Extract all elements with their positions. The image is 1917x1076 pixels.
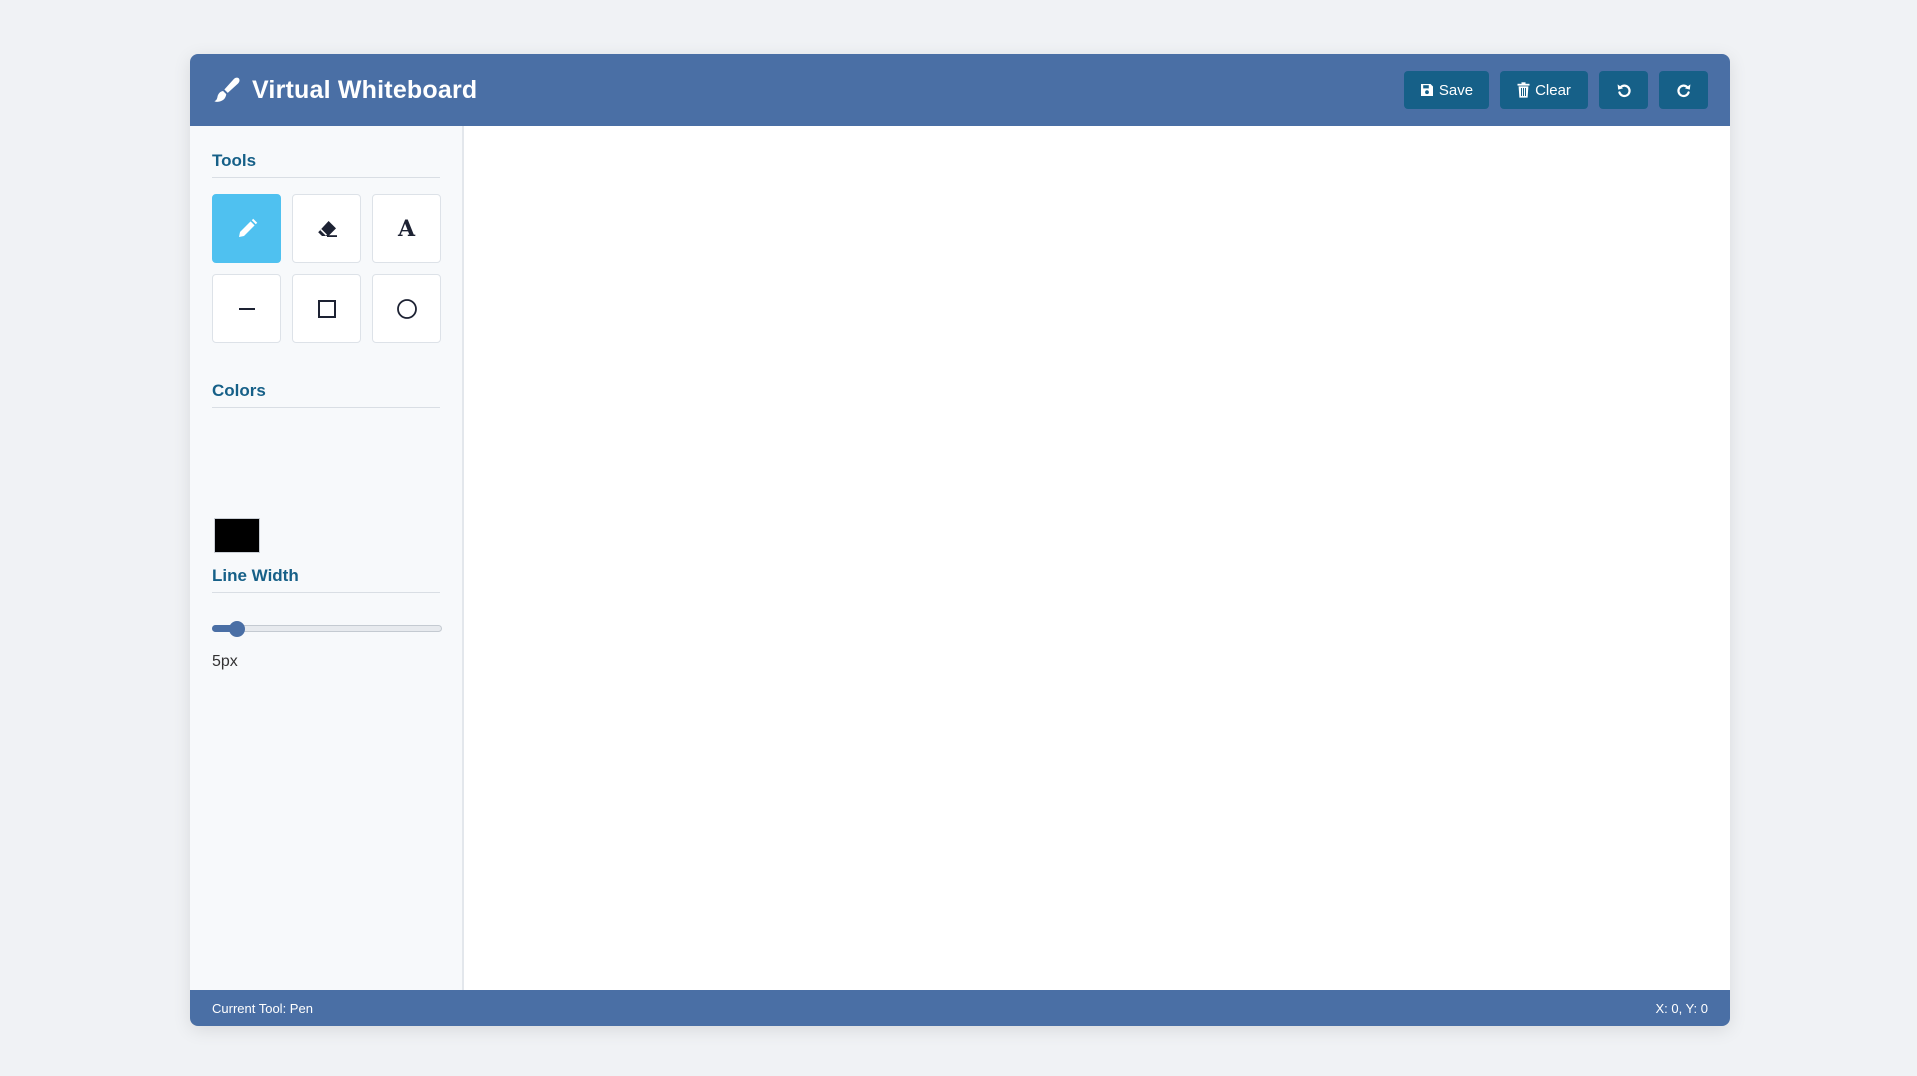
current-tool-status: Current Tool: Pen — [212, 1000, 313, 1016]
color-picker-area — [212, 408, 440, 553]
paint-brush-icon — [214, 77, 240, 102]
line-width-slider-thumb[interactable] — [229, 621, 246, 637]
eraser-icon — [317, 220, 337, 237]
brand: Virtual Whiteboard — [212, 75, 477, 105]
status-bar: Current Tool: Pen X: 0, Y: 0 — [190, 990, 1730, 1026]
app-header: Virtual Whiteboard Save Clear — [190, 54, 1730, 126]
drawing-canvas[interactable] — [464, 126, 1730, 990]
redo-icon — [1676, 84, 1690, 98]
line-width-value: 5px — [212, 653, 238, 670]
line-width-slider[interactable] — [212, 621, 442, 637]
line-width-section-title: Line Width — [212, 566, 440, 593]
sidebar: Tools A Colors Line Width 5px — [190, 126, 464, 990]
text-icon: A — [397, 215, 416, 242]
pen-tool-button[interactable] — [212, 194, 281, 263]
whiteboard-app: Virtual Whiteboard Save Clear Tools A Co… — [190, 54, 1730, 1026]
save-button[interactable]: Save — [1404, 71, 1489, 109]
text-tool-button[interactable]: A — [372, 194, 441, 263]
undo-button[interactable] — [1599, 71, 1648, 109]
rectangle-tool-button[interactable] — [292, 274, 361, 343]
header-actions: Save Clear — [1393, 71, 1708, 109]
line-tool-button[interactable] — [212, 274, 281, 343]
colors-section-title: Colors — [212, 381, 440, 408]
cursor-coordinates: X: 0, Y: 0 — [1655, 1000, 1708, 1016]
floppy-disk-icon — [1420, 84, 1433, 96]
circle-icon — [396, 298, 417, 319]
save-button-label: Save — [1438, 81, 1474, 99]
clear-button[interactable]: Clear — [1500, 71, 1588, 109]
clear-button-label: Clear — [1535, 81, 1571, 99]
app-title: Virtual Whiteboard — [252, 75, 478, 104]
line-width-slider-track — [212, 625, 442, 632]
square-icon — [317, 299, 336, 318]
tools-section-title: Tools — [212, 151, 440, 178]
circle-tool-button[interactable] — [372, 274, 441, 343]
line-icon — [238, 307, 255, 310]
redo-button[interactable] — [1659, 71, 1708, 109]
eraser-tool-button[interactable] — [292, 194, 361, 263]
pencil-icon — [238, 218, 257, 237]
trash-icon — [1517, 82, 1530, 98]
tool-grid: A — [212, 194, 441, 343]
color-swatch-selected[interactable] — [214, 518, 260, 553]
undo-icon — [1617, 84, 1631, 98]
